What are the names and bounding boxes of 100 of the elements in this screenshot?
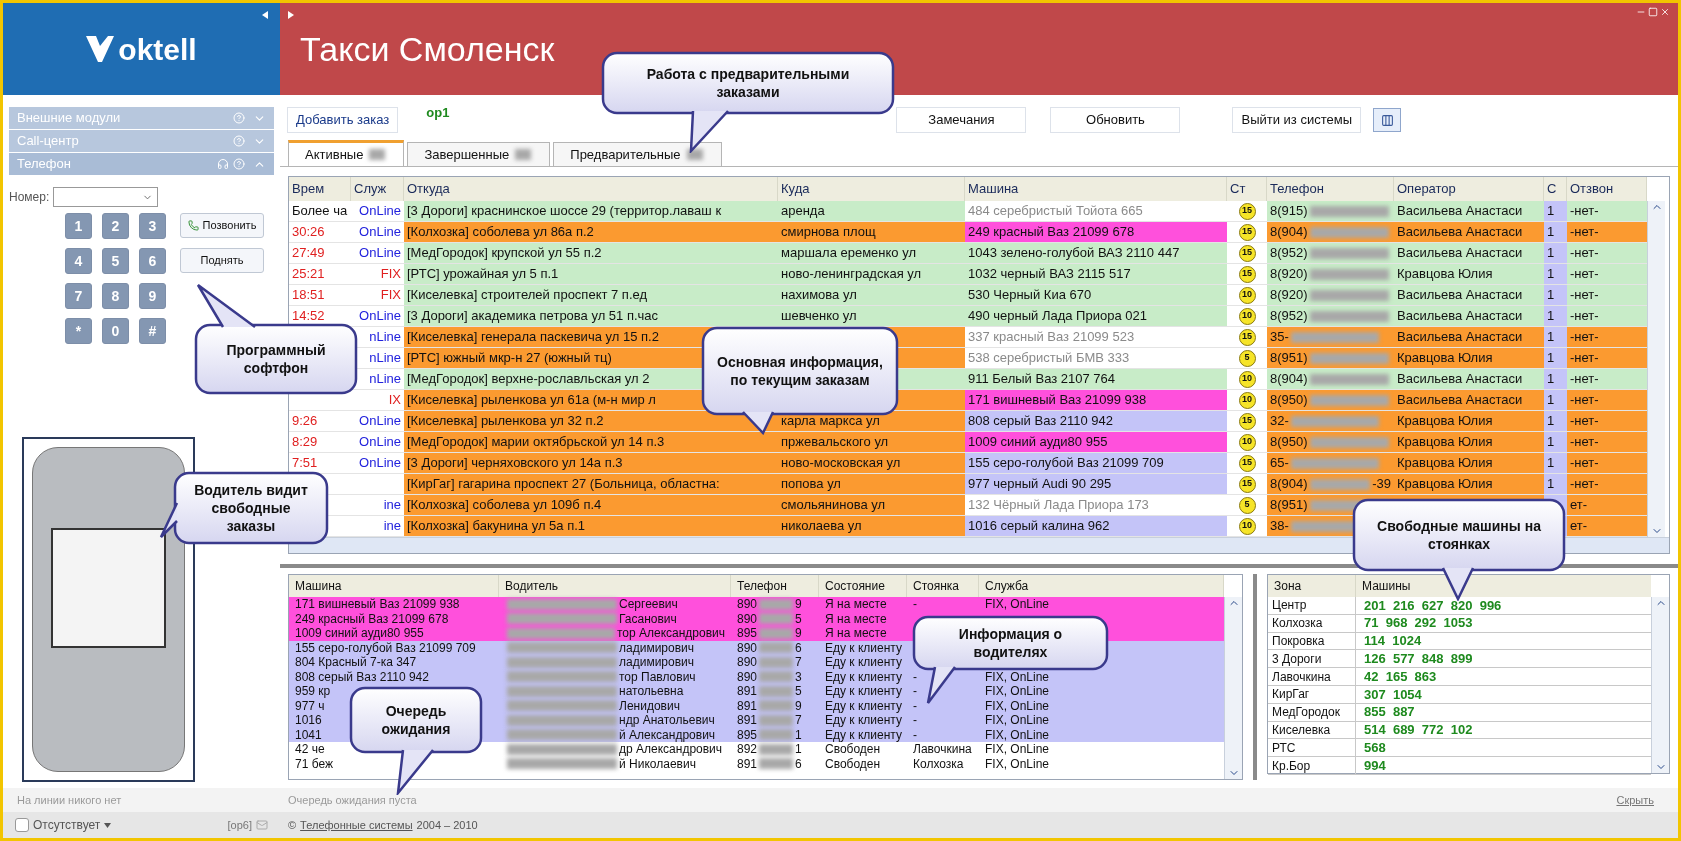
column-header[interactable]: Состояние [819,575,907,597]
column-header[interactable]: Врем [289,177,351,201]
check-logo-icon [86,36,115,62]
column-header[interactable]: Отзвон [1567,177,1647,201]
recall-text: -нет- [1570,475,1599,494]
operator-text: Васильева Анастаси [1397,370,1523,389]
time-text: 18:51 [292,286,325,305]
expand-arrow-icon[interactable] [288,11,294,19]
column-header[interactable]: Откуда [404,177,778,201]
recall-text: -нет- [1570,223,1599,242]
caret-icon[interactable] [104,822,112,828]
destination-address: аренда [781,202,825,221]
operator-text: Кравцова Юлия [1397,265,1493,284]
count-badge: 15 [1238,475,1256,493]
car-text: 484 серебристый Тойота 665 [968,202,1143,221]
vertical-scrollbar[interactable] [1224,597,1242,779]
mail-icon[interactable] [256,819,268,831]
driver-name: ндр Анатольевич [619,713,715,729]
column-header[interactable]: Служба [979,575,1224,597]
phone-number: 8(951) [1270,496,1308,515]
vertical-scrollbar[interactable] [1651,597,1669,773]
driver-name: тор Павлович [619,669,696,686]
tab-label[interactable]: Завершенные [424,144,510,165]
count-text: 1 [1547,307,1555,326]
column-header[interactable]: Машины [1356,575,1651,597]
collapse-arrow-icon[interactable] [262,11,268,19]
car-text: 808 серый Ваз 2110 942 [968,412,1114,431]
recall-text: -нет- [1570,265,1599,284]
pickup-address: [3 Дороги] краснинское шоссе 29 (территор.лаваш к [407,202,722,221]
operator-name: op1 [426,104,450,122]
recall-text: ет- [1570,517,1588,536]
phone-number: 8(920) [1270,265,1308,284]
service-text: OnLine [359,244,401,263]
operator-text: Васильева Анастаси [1397,223,1523,242]
zone-cars: 514 689 772 102 [1363,721,1474,739]
column-header[interactable]: Куда [778,177,965,201]
redaction-blur [759,656,794,668]
column-header[interactable]: Оператор [1394,177,1544,201]
tab[interactable]: Активные [288,140,405,166]
zone-name: МедГородок [1268,703,1356,721]
help-icon[interactable] [233,135,245,147]
hide-link[interactable]: Скрыть [1616,791,1654,809]
pickup-address: [3 Дороги] академика петрова ул 51 п.час [407,307,659,326]
zone-name: КирГаг [1268,686,1356,703]
operator-code: [op6] [227,817,252,833]
recall-text: -нет- [1570,244,1599,263]
help-icon[interactable] [233,158,245,170]
column-header[interactable]: Телефон [1267,177,1394,201]
vertical-scrollbar[interactable] [1647,201,1665,537]
table-cell: FIX, OnLine [979,713,1224,728]
column-header[interactable]: Служ [351,177,404,201]
car-text: 490 черный Лада Приора 021 [968,307,1147,326]
phone-number: 32- [1270,412,1289,431]
table-cell: - [907,713,979,728]
pickup-address: [Киселевка] рыленкова ул 32 п.2 [407,412,604,431]
driver-name: Сергеевич [619,596,678,614]
company-link[interactable]: Телефонные системы [300,816,413,834]
phone-number: 8(952) [1270,307,1308,326]
car-text: 911 Белый Ваз 2107 764 [968,370,1116,389]
tab[interactable]: Завершенные [407,142,551,166]
remarks-button[interactable]: Замечания [896,107,1027,133]
away-label[interactable]: Отсутствует [33,816,101,834]
close-icon[interactable] [1660,7,1670,17]
car-text: 132 Чёрный Лада Приора 173 [968,496,1149,515]
maximize-icon[interactable] [1648,7,1658,17]
column-header[interactable]: Машина [289,575,499,597]
add-order-button[interactable]: Добавить заказ [287,107,399,133]
redaction-blur [1309,478,1371,490]
column-header[interactable]: Машина [965,177,1227,201]
help-icon[interactable] [233,112,245,124]
zone-cars: 71 968 292 1053 [1363,614,1474,632]
away-checkbox[interactable] [15,818,29,832]
column-header[interactable]: Зона [1268,575,1356,597]
logout-button[interactable]: Выйти из системы [1232,107,1361,133]
driver-name: др Александрович [619,742,723,758]
pickup-address: [Киселевка] рыленкова ул 61а (м-н мир л [407,391,656,410]
destination-address: нахимова ул [781,286,857,305]
zone-name: Лавочкина [1268,668,1356,685]
count-text: 1 [1547,412,1555,431]
layout-button[interactable] [1373,108,1401,132]
zone-cars: 307 1054 [1363,686,1423,703]
pickup-address: [МедГородок] верхне-рославльская ул 2 [407,370,650,389]
answer-button[interactable]: Поднять [180,248,264,273]
column-header[interactable]: Стоянка [907,575,979,597]
refresh-button[interactable]: Обновить [1050,107,1181,133]
zone-name: Кр.Бор [1268,757,1356,774]
headset-icon[interactable] [217,158,229,170]
number-dropdown[interactable] [53,187,159,207]
column-header[interactable]: С [1544,177,1567,201]
table-cell: Еду к клиенту [819,655,907,670]
column-header[interactable]: Водитель [499,575,731,597]
tab[interactable]: Предварительные [553,142,722,166]
recall-text: -нет- [1570,433,1599,452]
tab-label[interactable]: Активные [305,144,364,165]
call-button[interactable]: Позвонить [180,213,264,238]
service-text: nLine [369,328,401,347]
zone-name: Киселевка [1268,721,1356,739]
column-header[interactable]: Телефон [731,575,819,597]
pickup-address: [КирГаг] гагарина проспект 27 (Больница, областна: [407,475,720,494]
column-header[interactable]: Ст [1227,177,1267,201]
